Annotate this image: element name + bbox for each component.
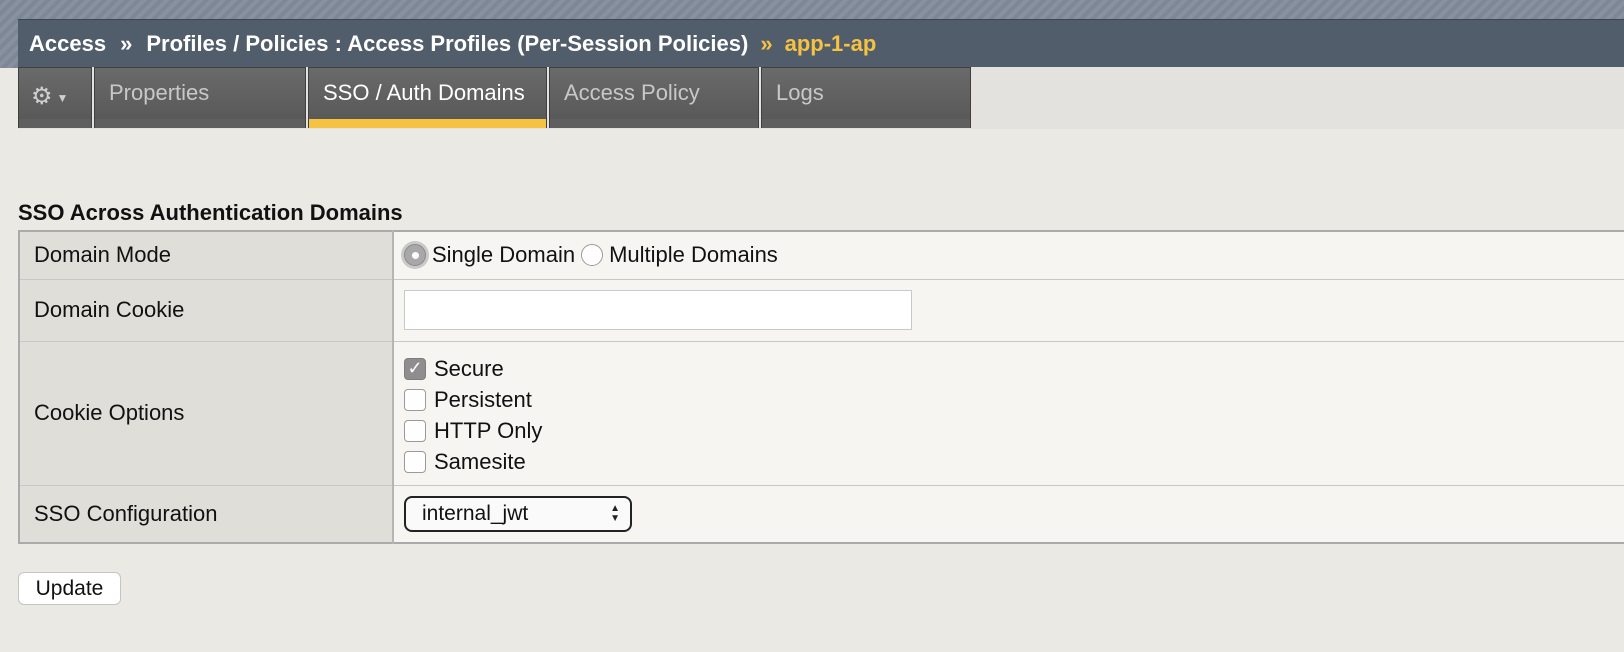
http-only-option: HTTP Only: [404, 418, 1624, 444]
samesite-label[interactable]: Samesite: [434, 449, 526, 475]
chevron-down-icon: ▼: [56, 91, 69, 106]
secure-checkbox[interactable]: ✓: [404, 357, 426, 380]
tab-bar: ⚙ ▼ Properties SSO / Auth Domains Access …: [18, 67, 973, 128]
table-row: Domain Cookie: [19, 279, 1624, 342]
samesite-checkbox[interactable]: [404, 450, 426, 473]
secure-option: ✓ Secure: [404, 356, 1624, 382]
sso-configuration-select[interactable]: internal_jwt ▲ ▼: [404, 495, 632, 532]
table-row: Domain Mode Single Domain Multiple Domai…: [19, 231, 1624, 280]
single-domain-label[interactable]: Single Domain: [432, 242, 575, 268]
sso-configuration-value: internal_jwt ▲ ▼: [393, 485, 1624, 544]
secure-label[interactable]: Secure: [434, 356, 504, 382]
tab-sso-auth-domains[interactable]: SSO / Auth Domains: [308, 67, 547, 128]
http-only-label[interactable]: HTTP Only: [434, 418, 542, 444]
multiple-domains-label[interactable]: Multiple Domains: [609, 242, 778, 268]
gear-icon: ⚙: [31, 83, 53, 110]
domain-mode-label: Domain Mode: [19, 231, 394, 280]
breadcrumb-separator: »: [760, 30, 773, 56]
persistent-option: Persistent: [404, 387, 1624, 413]
domain-mode-radio-group: Single Domain Multiple Domains: [404, 242, 1624, 268]
sso-settings-table: Domain Mode Single Domain Multiple Domai…: [18, 230, 1624, 544]
domain-cookie-label: Domain Cookie: [19, 279, 394, 342]
tab-access-policy[interactable]: Access Policy: [549, 67, 759, 128]
table-row: Cookie Options ✓ Secure Persistent HTTP …: [19, 341, 1624, 486]
breadcrumb-current: app-1-ap: [784, 30, 877, 56]
section-title: SSO Across Authentication Domains: [18, 200, 403, 225]
gear-menu-button[interactable]: ⚙ ▼: [18, 67, 92, 128]
persistent-label[interactable]: Persistent: [434, 387, 532, 413]
cookie-options-label: Cookie Options: [19, 341, 394, 486]
sso-configuration-label: SSO Configuration: [19, 485, 394, 544]
domain-cookie-value: [393, 279, 1624, 342]
samesite-option: Samesite: [404, 449, 1624, 475]
cookie-options-value: ✓ Secure Persistent HTTP Only Samesite: [393, 341, 1624, 486]
table-row: SSO Configuration internal_jwt ▲ ▼: [19, 485, 1624, 544]
select-arrows-icon: ▲ ▼: [610, 502, 620, 524]
single-domain-radio[interactable]: [404, 244, 426, 267]
checkmark-icon: ✓: [407, 358, 423, 378]
tab-logs[interactable]: Logs: [761, 67, 971, 128]
sso-configuration-selected: internal_jwt: [422, 501, 529, 525]
breadcrumb-middle[interactable]: Profiles / Policies : Access Profiles (P…: [146, 31, 748, 57]
breadcrumb: Access » Profiles / Policies : Access Pr…: [18, 19, 1624, 67]
multiple-domains-radio[interactable]: [581, 244, 604, 267]
update-button[interactable]: Update: [18, 572, 121, 605]
tab-properties[interactable]: Properties: [94, 67, 306, 128]
persistent-checkbox[interactable]: [404, 388, 426, 411]
http-only-checkbox[interactable]: [404, 419, 426, 442]
cookie-options-group: ✓ Secure Persistent HTTP Only Samesite: [404, 353, 1624, 474]
domain-cookie-input[interactable]: [404, 290, 912, 330]
breadcrumb-root[interactable]: Access: [29, 31, 106, 57]
domain-mode-value: Single Domain Multiple Domains: [393, 231, 1624, 280]
breadcrumb-separator: »: [120, 30, 133, 56]
